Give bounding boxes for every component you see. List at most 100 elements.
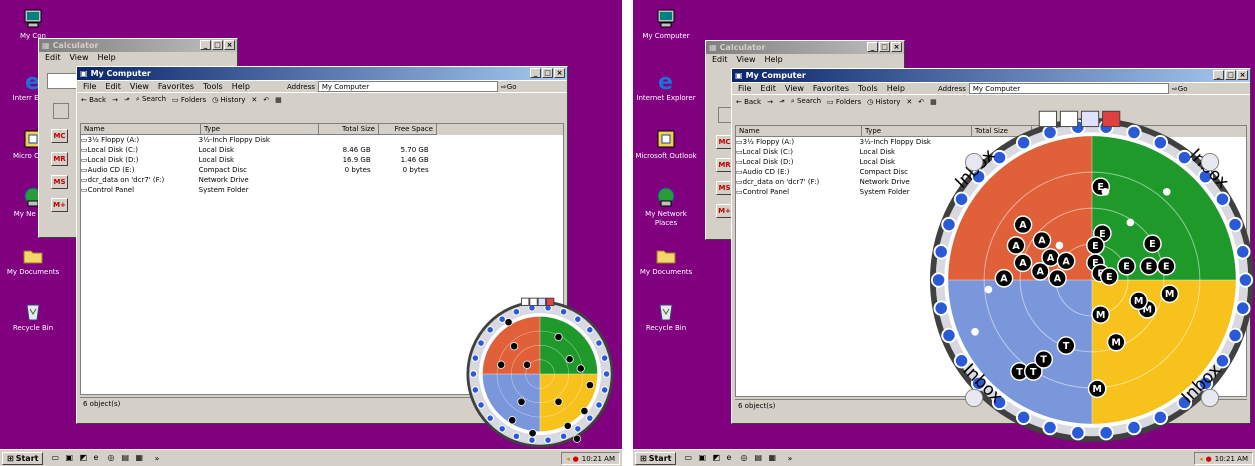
message-marker-m[interactable]: M [1091, 305, 1110, 324]
message-marker-a[interactable] [510, 342, 519, 351]
ring-knob[interactable] [930, 272, 947, 288]
message-marker-m[interactable] [580, 406, 589, 416]
menu-view[interactable]: View [70, 53, 89, 63]
ring-knob[interactable] [933, 244, 949, 260]
ring-knob[interactable] [1235, 244, 1251, 260]
minimize-button[interactable]: _ [530, 68, 541, 78]
minimize-button[interactable]: _ [867, 42, 878, 52]
message-marker-t[interactable] [517, 397, 526, 406]
start-button[interactable]: ⊞ Start [635, 451, 677, 465]
ring-knob[interactable] [469, 370, 478, 378]
maximize-button[interactable]: □ [212, 40, 223, 50]
ring-knob[interactable] [586, 326, 594, 334]
ring-knob[interactable] [477, 339, 485, 347]
ring-knob[interactable] [486, 414, 494, 422]
marker-letter[interactable]: T [1016, 367, 1023, 378]
go-button[interactable]: ⇨Go [1172, 85, 1188, 93]
widget-tool-button[interactable] [529, 297, 538, 307]
ring-knob[interactable] [953, 191, 970, 207]
menu-favorites[interactable]: Favorites [813, 84, 849, 93]
ring-knob[interactable] [486, 326, 494, 334]
ring-knob[interactable] [1042, 419, 1058, 436]
message-marker-m[interactable]: M [1106, 332, 1126, 352]
message-marker-e[interactable]: E [1086, 236, 1105, 255]
marker-letter[interactable]: A [1000, 274, 1008, 285]
message-marker-e[interactable]: E [1143, 234, 1162, 254]
marker-letter[interactable]: E [1146, 262, 1153, 273]
up-folder-icon[interactable]: ⬏ [779, 98, 785, 106]
message-marker-a[interactable]: A [1056, 251, 1076, 271]
desktop-icon-outlook[interactable]: Microsoft Outlook [635, 128, 697, 161]
message-marker-a[interactable]: A [994, 268, 1014, 288]
history-button[interactable]: ◷ History [867, 98, 900, 106]
menu-help[interactable]: Help [887, 84, 905, 93]
marker-letter[interactable]: A [1019, 220, 1027, 231]
ring-knob[interactable] [600, 354, 609, 362]
ring-knob[interactable] [1015, 135, 1032, 151]
quicklaunch-desktop-icon[interactable]: ▭ [51, 453, 62, 464]
marker-dot[interactable] [576, 364, 585, 373]
message-marker-m[interactable] [554, 397, 563, 406]
marker-letter[interactable]: A [1054, 274, 1062, 285]
desktop-icon-network[interactable]: My Network Places [635, 186, 697, 228]
ring-knob[interactable] [1126, 419, 1142, 436]
marker-dot[interactable] [497, 360, 506, 369]
marker-letter[interactable]: A [1019, 258, 1027, 269]
marker-dot[interactable] [522, 360, 532, 369]
close-button[interactable]: × [1237, 70, 1248, 80]
quicklaunch-app-icon[interactable]: ▦ [135, 453, 146, 464]
ring-knob[interactable] [559, 308, 568, 316]
marker-dot[interactable] [528, 429, 537, 438]
message-marker-a[interactable]: A [1032, 230, 1052, 250]
menu-help[interactable]: Help [764, 55, 782, 65]
ring-knob[interactable] [574, 315, 582, 323]
ring-knob[interactable] [1152, 409, 1169, 425]
message-marker-t[interactable] [528, 429, 537, 438]
menu-view[interactable]: View [737, 55, 756, 65]
go-button[interactable]: ⇨Go [501, 83, 517, 91]
message-marker-a[interactable]: A [1013, 253, 1033, 273]
ring-knob[interactable] [595, 401, 603, 409]
marker-dot[interactable] [504, 318, 513, 327]
ring-knob[interactable] [1237, 272, 1254, 288]
delete-icon[interactable]: ✕ [251, 96, 257, 104]
marker-letter[interactable]: T [1030, 367, 1037, 378]
ring-knob[interactable] [1214, 191, 1231, 207]
marker-letter[interactable]: A [1062, 256, 1070, 267]
marker-letter[interactable]: E [1149, 239, 1156, 250]
widget-tool-button[interactable] [537, 297, 547, 307]
ring-knob[interactable] [933, 300, 949, 316]
close-button[interactable]: × [554, 68, 565, 78]
quicklaunch-more-button[interactable]: » [787, 454, 792, 463]
marker-letter[interactable]: M [1165, 289, 1175, 300]
message-marker-e[interactable] [554, 332, 563, 342]
ring-knob[interactable] [1126, 124, 1142, 141]
mc-button[interactable]: MC [51, 129, 68, 143]
table-row[interactable]: ▭ Audio CD (E:) Compact Disc 0 bytes 0 byte… [81, 165, 563, 175]
close-button[interactable] [1102, 110, 1121, 128]
ring-knob[interactable] [1098, 425, 1114, 441]
quicklaunch-outlook-icon[interactable]: ◩ [712, 453, 723, 464]
marker-letter[interactable]: A [1038, 236, 1046, 247]
table-row[interactable]: ▭ Control Panel System Folder [81, 185, 563, 195]
message-marker-a[interactable]: A [1006, 236, 1026, 255]
desktop-icon-recycle[interactable]: Recycle Bin [635, 300, 697, 333]
undo-icon[interactable]: ↶ [918, 98, 924, 106]
ring-knob[interactable] [512, 308, 521, 316]
desktop-icon-documents[interactable]: My Documents [635, 244, 697, 277]
rotate-button[interactable] [1200, 152, 1220, 172]
ring-knob[interactable] [471, 386, 480, 394]
marker-letter[interactable]: A [1037, 267, 1045, 278]
address-input[interactable]: My Computer [317, 81, 498, 92]
ring-knob[interactable] [1227, 216, 1243, 233]
history-button[interactable]: ◷ History [212, 96, 245, 104]
quicklaunch-media-icon[interactable]: ◎ [740, 453, 751, 464]
menu-tools[interactable]: Tools [858, 84, 878, 93]
marker-dot[interactable] [580, 406, 589, 416]
delete-icon[interactable]: ✕ [906, 98, 912, 106]
column-header-free[interactable]: Free Space [379, 124, 437, 135]
message-marker-t[interactable]: T [1034, 350, 1054, 369]
start-button[interactable]: ⊞ Start [2, 451, 44, 465]
maximize-button[interactable]: □ [879, 42, 890, 52]
alert-icon[interactable]: ● [1206, 455, 1212, 463]
